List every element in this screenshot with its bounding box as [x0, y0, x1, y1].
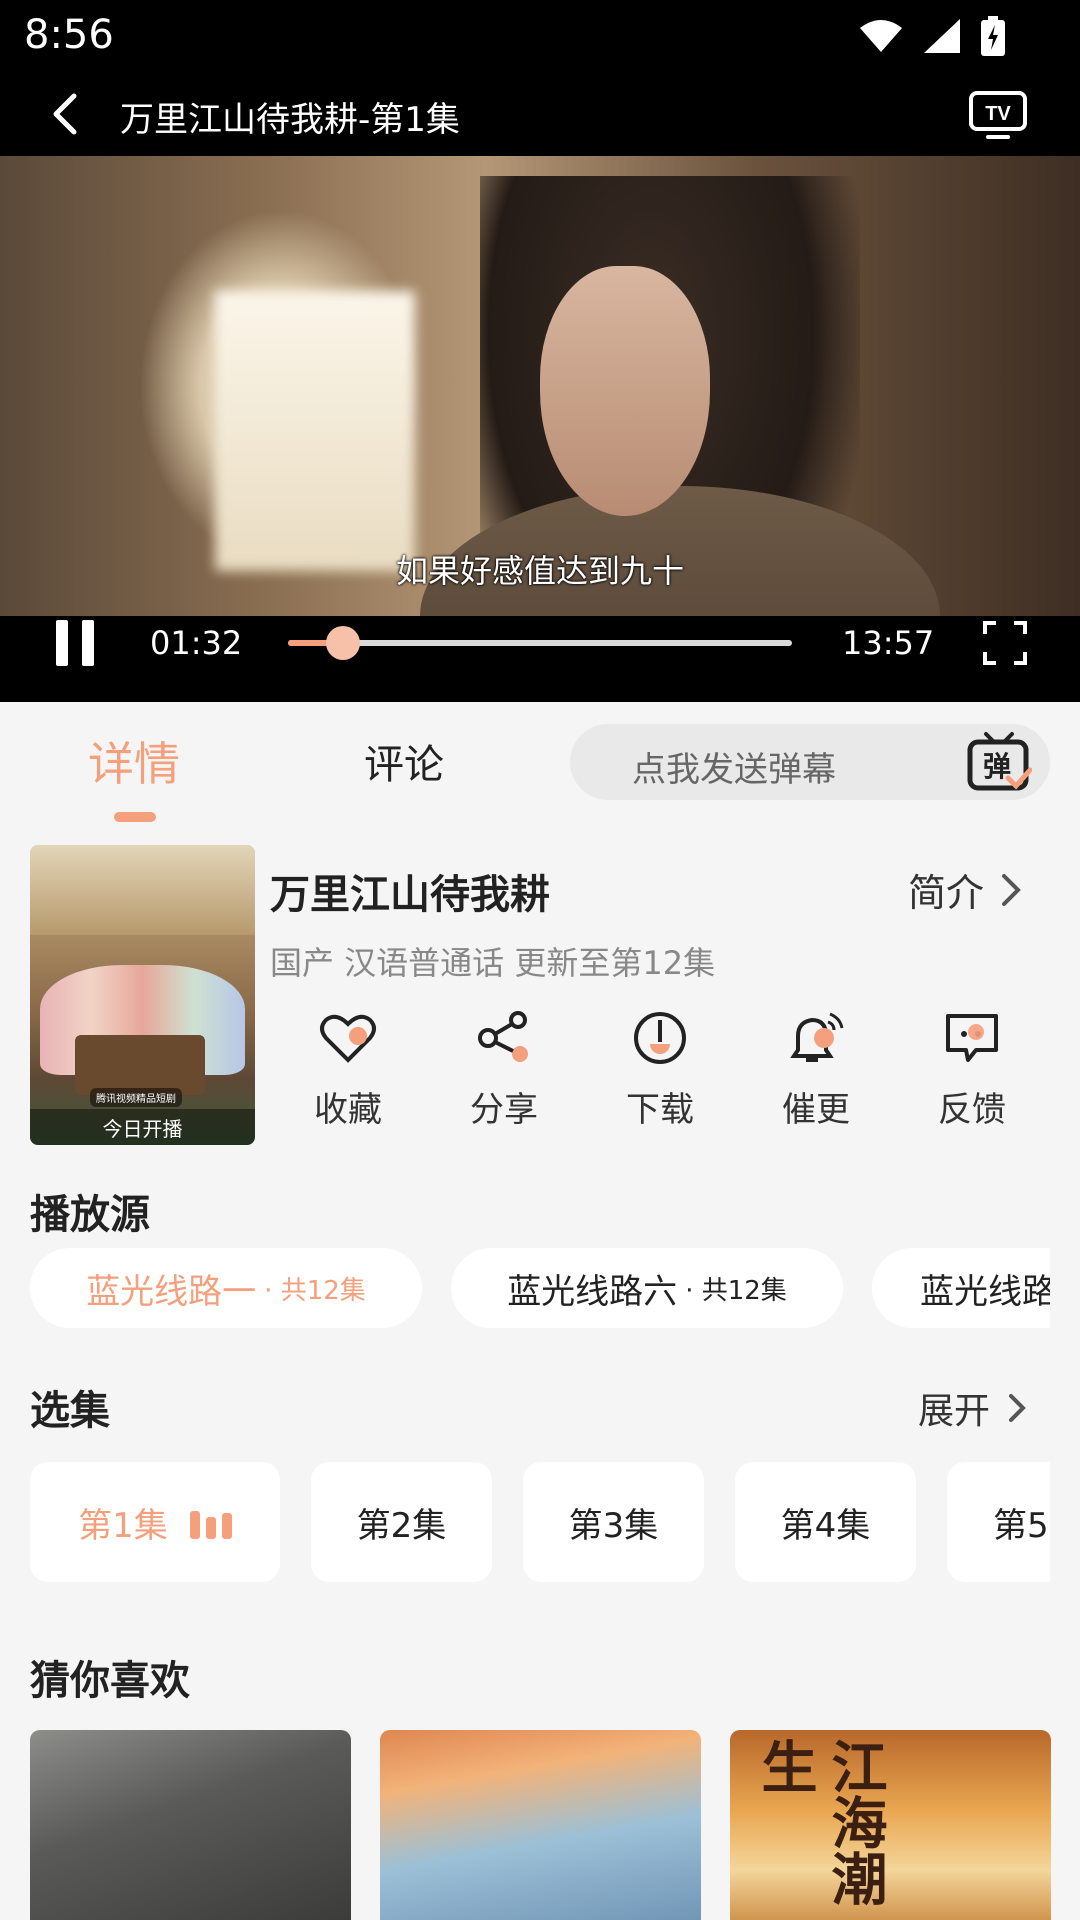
- recommend-section-title: 猜你喜欢: [30, 1658, 190, 1704]
- feedback-icon: [946, 1014, 998, 1062]
- intro-link[interactable]: 简介: [908, 862, 1028, 917]
- source-chip[interactable]: 蓝光线路: [872, 1248, 1050, 1328]
- feedback-button[interactable]: 反馈: [912, 1010, 1032, 1131]
- title-bar: 万里江山待我耕-第1集 TV: [0, 72, 1080, 156]
- expand-link[interactable]: 展开: [918, 1382, 1032, 1434]
- download-icon: [634, 1012, 686, 1064]
- download-button[interactable]: 下载: [600, 1010, 720, 1131]
- signal-icon: [924, 19, 960, 53]
- action-label: 反馈: [938, 1090, 1006, 1130]
- source-name: 蓝光线路六: [507, 1271, 678, 1312]
- poster-roof: [30, 845, 255, 935]
- show-meta: 国产 汉语普通话 更新至第12集: [270, 944, 716, 982]
- share-button[interactable]: 分享: [444, 1010, 564, 1131]
- episode-label: 第4集: [780, 1505, 871, 1546]
- episode-label: 第2集: [356, 1505, 447, 1546]
- source-chip[interactable]: 蓝光线路一 · 共12集: [30, 1248, 422, 1328]
- favorite-button[interactable]: 收藏: [288, 1010, 408, 1131]
- intro-label: 简介: [908, 871, 985, 915]
- status-bar: 8:56: [0, 0, 1080, 72]
- episode-chip[interactable]: 第4集: [735, 1462, 916, 1582]
- tab-bar: 详情 评论 点我发送弹幕 弹: [0, 702, 1080, 832]
- total-time: 13:57: [842, 624, 935, 662]
- video-person-face: [540, 266, 710, 516]
- source-name: 蓝光线路: [920, 1271, 1050, 1312]
- recommend-card-title: 江海潮生: [752, 1738, 888, 1906]
- svg-text:TV: TV: [985, 103, 1011, 125]
- show-poster: 腾讯视频精品短剧 今日开播: [30, 845, 255, 1145]
- action-label: 催更: [782, 1090, 850, 1130]
- video-subtitle: 如果好感值达到九十: [395, 552, 684, 590]
- tab-active-indicator: [114, 812, 156, 822]
- action-label: 收藏: [314, 1090, 382, 1130]
- recommend-card[interactable]: [380, 1730, 701, 1920]
- action-label: 下载: [626, 1090, 694, 1130]
- poster-brand: 腾讯视频精品短剧: [90, 1088, 182, 1107]
- episode-chip[interactable]: 第3集: [523, 1462, 704, 1582]
- source-count: · 共12集: [685, 1275, 787, 1306]
- playing-indicator-icon: [189, 1505, 232, 1539]
- share-icon: [478, 1011, 528, 1062]
- tab-detail[interactable]: 详情: [88, 728, 180, 794]
- source-section-title: 播放源: [30, 1192, 150, 1238]
- progress-thumb[interactable]: [326, 626, 361, 660]
- back-arrow-icon[interactable]: [44, 92, 88, 136]
- video-title: 万里江山待我耕-第1集: [120, 100, 460, 140]
- recommend-list: 江海潮生: [30, 1730, 1051, 1920]
- episode-chip[interactable]: 第2集: [311, 1462, 492, 1582]
- danmu-input[interactable]: 点我发送弹幕 弹: [570, 724, 1050, 800]
- chevron-right-icon: [1002, 873, 1021, 906]
- wifi-icon: [860, 20, 902, 52]
- source-chip[interactable]: 蓝光线路六 · 共12集: [451, 1248, 843, 1328]
- source-count: · 共12集: [264, 1275, 366, 1306]
- episode-label: 第3集: [568, 1505, 659, 1546]
- episode-label: 第1集: [78, 1505, 168, 1546]
- source-name: 蓝光线路一: [86, 1271, 257, 1312]
- episode-section-title: 选集: [30, 1388, 110, 1434]
- battery-icon: [981, 16, 1005, 56]
- fullscreen-icon[interactable]: [982, 620, 1028, 666]
- player-controls: 01:32 13:57: [0, 616, 1080, 702]
- bell-icon: [790, 1012, 844, 1062]
- progress-bar[interactable]: [288, 626, 792, 660]
- danmu-toggle-icon[interactable]: 弹: [966, 730, 1032, 794]
- episode-chip[interactable]: 第5: [947, 1462, 1050, 1582]
- recommend-card[interactable]: [30, 1730, 351, 1920]
- chevron-right-icon: [1009, 1394, 1026, 1422]
- danmu-placeholder: 点我发送弹幕: [632, 750, 836, 790]
- pause-icon[interactable]: [56, 620, 96, 670]
- poster-caption: 今日开播: [30, 1109, 255, 1145]
- tab-comment[interactable]: 评论: [364, 732, 444, 790]
- action-label: 分享: [470, 1090, 538, 1130]
- action-bar: 收藏 分享 下载 催更 反馈: [270, 1010, 1050, 1140]
- show-title: 万里江山待我耕: [270, 872, 550, 918]
- urge-update-button[interactable]: 催更: [756, 1010, 876, 1131]
- poster-table: [75, 1035, 205, 1095]
- source-list: 蓝光线路一 · 共12集 蓝光线路六 · 共12集 蓝光线路: [30, 1248, 1050, 1328]
- status-icons: [858, 16, 1006, 56]
- recommend-card[interactable]: 江海潮生: [730, 1730, 1051, 1920]
- video-window: [215, 291, 415, 571]
- episode-list: 第1集 第2集 第3集 第4集 第5: [30, 1462, 1050, 1584]
- status-time: 8:56: [24, 12, 114, 58]
- episode-label: 第5: [993, 1505, 1049, 1546]
- cast-tv-icon[interactable]: TV: [968, 90, 1028, 140]
- episode-chip[interactable]: 第1集: [30, 1462, 280, 1582]
- expand-label: 展开: [918, 1391, 991, 1432]
- heart-icon: [320, 1014, 376, 1063]
- current-time: 01:32: [150, 624, 243, 662]
